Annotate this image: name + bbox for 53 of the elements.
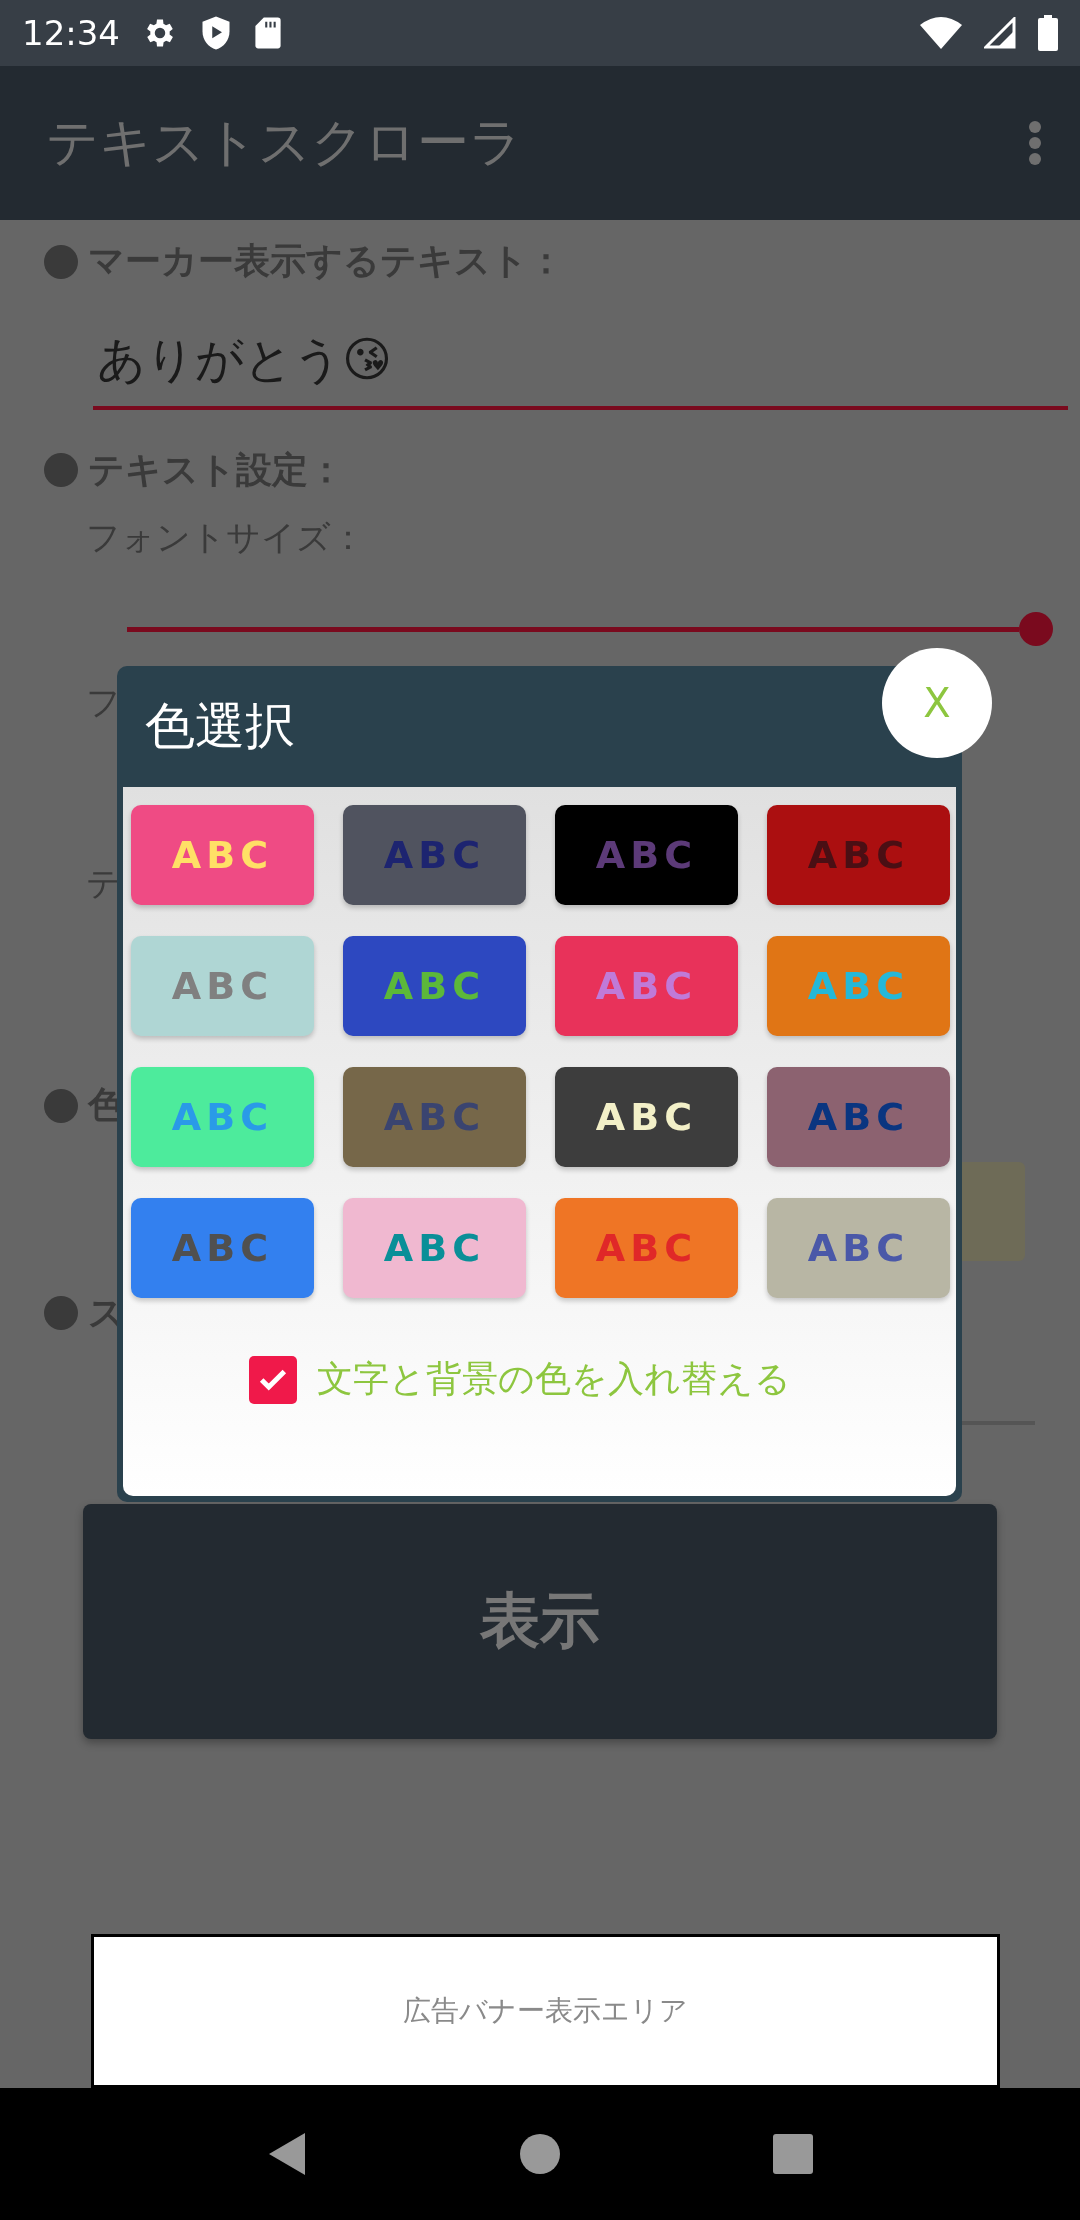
close-button[interactable]: X (882, 648, 992, 758)
swatch-label: ABC (383, 964, 486, 1008)
bullet-icon (44, 244, 78, 279)
signal-icon (984, 17, 1016, 49)
bullet-icon (44, 1296, 78, 1331)
color-swatch[interactable]: ABC (767, 1067, 950, 1167)
slider-thumb[interactable] (1019, 611, 1053, 646)
color-swatch[interactable]: ABC (555, 936, 738, 1036)
shield-play-icon (200, 15, 232, 51)
app-title: テキストスクローラ (46, 111, 523, 174)
sd-card-icon (254, 16, 282, 50)
swatch-label: ABC (171, 964, 274, 1008)
checkbox-label: 文字と背景の色を入れ替える (317, 1357, 791, 1401)
more-menu-icon[interactable] (1028, 120, 1042, 166)
recents-icon[interactable] (773, 2134, 814, 2174)
color-swatch[interactable]: ABC (131, 936, 314, 1036)
swatch-label: ABC (595, 1095, 698, 1139)
banner-text: 広告バナー表示エリア (403, 1993, 688, 2030)
battery-icon (1038, 15, 1058, 51)
color-swatch[interactable]: ABC (555, 805, 738, 905)
color-swatch[interactable]: ABC (767, 1198, 950, 1298)
bullet-icon (44, 453, 78, 488)
swatch-label: ABC (807, 964, 910, 1008)
color-swatch[interactable]: ABC (131, 805, 314, 905)
color-swatch[interactable]: ABC (555, 1198, 738, 1298)
swatch-label: ABC (595, 964, 698, 1008)
color-swatch[interactable]: ABC (131, 1067, 314, 1167)
swatch-label: ABC (383, 1095, 486, 1139)
swatch-label: ABC (383, 1226, 486, 1270)
color-swatch[interactable]: ABC (555, 1067, 738, 1167)
wifi-icon (920, 17, 962, 49)
swatch-label: ABC (807, 833, 910, 877)
color-swatch[interactable]: ABC (343, 936, 526, 1036)
swatch-label: ABC (807, 1226, 910, 1270)
status-time: 12:34 (22, 13, 120, 53)
color-swatch[interactable]: ABC (767, 936, 950, 1036)
color-swatch[interactable]: ABC (343, 1198, 526, 1298)
text-input-field[interactable]: ありがとう😘 (93, 314, 1068, 410)
swatch-label: ABC (171, 833, 274, 877)
dialog-title: 色選択 (145, 696, 295, 757)
color-swatch[interactable]: ABC (343, 1067, 526, 1167)
swatch-label: ABC (807, 1095, 910, 1139)
color-swatch[interactable]: ABC (131, 1198, 314, 1298)
show-button[interactable]: 表示 (83, 1503, 997, 1740)
color-preview[interactable] (962, 1162, 1025, 1261)
swatch-label: ABC (595, 833, 698, 877)
swatch-label: ABC (171, 1226, 274, 1270)
bullet-icon (44, 1088, 78, 1123)
swatch-label: ABC (171, 1095, 274, 1139)
home-icon[interactable] (520, 2134, 560, 2174)
swatch-label: ABC (595, 1226, 698, 1270)
checkbox[interactable] (249, 1355, 297, 1404)
color-swatch[interactable]: ABC (767, 805, 950, 905)
